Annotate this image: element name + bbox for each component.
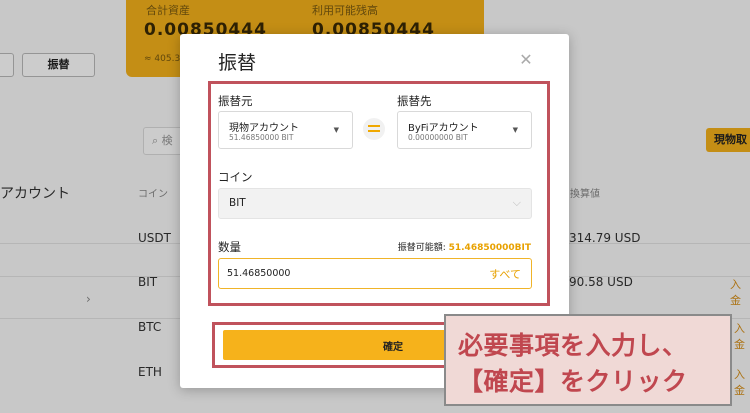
from-account-name: 現物アカウント (229, 123, 299, 134)
to-label: 振替先 (397, 94, 432, 108)
close-icon[interactable]: ✕ (518, 52, 534, 68)
to-account-select[interactable]: ByFiアカウント 0.00000000 BIT ▼ (397, 111, 532, 149)
chevron-down-icon: ⌵ (512, 196, 521, 209)
available-amount: 振替可能額: 51.46850000BIT (398, 240, 531, 253)
from-account-select[interactable]: 現物アカウント 51.46850000 BIT ▼ (218, 111, 353, 149)
caret-down-icon: ▼ (512, 126, 518, 134)
coin-select[interactable]: BIT ⌵ (218, 188, 532, 219)
swap-icon[interactable] (363, 118, 385, 140)
to-account-name: ByFiアカウント (408, 123, 479, 134)
instruction-callout: 必要事項を入力し、 【確定】をクリック (444, 314, 732, 406)
quantity-label: 数量 (218, 240, 241, 254)
modal-title: 振替 (218, 52, 257, 74)
quantity-input[interactable] (219, 259, 469, 288)
from-account-balance: 51.46850000 BIT (229, 133, 294, 142)
caret-down-icon: ▼ (333, 126, 339, 134)
coin-select-value: BIT (229, 197, 246, 209)
all-button[interactable]: すべて (489, 266, 521, 282)
coin-label: コイン (218, 170, 253, 184)
from-label: 振替元 (218, 94, 253, 108)
to-account-balance: 0.00000000 BIT (408, 133, 468, 142)
callout-line-1: 必要事項を入力し、 (458, 331, 688, 360)
callout-line-2: 【確定】をクリック (458, 367, 688, 396)
available-amount-value: 51.46850000BIT (448, 243, 531, 253)
available-amount-label: 振替可能額: (397, 243, 446, 253)
quantity-field[interactable]: すべて (218, 258, 532, 289)
